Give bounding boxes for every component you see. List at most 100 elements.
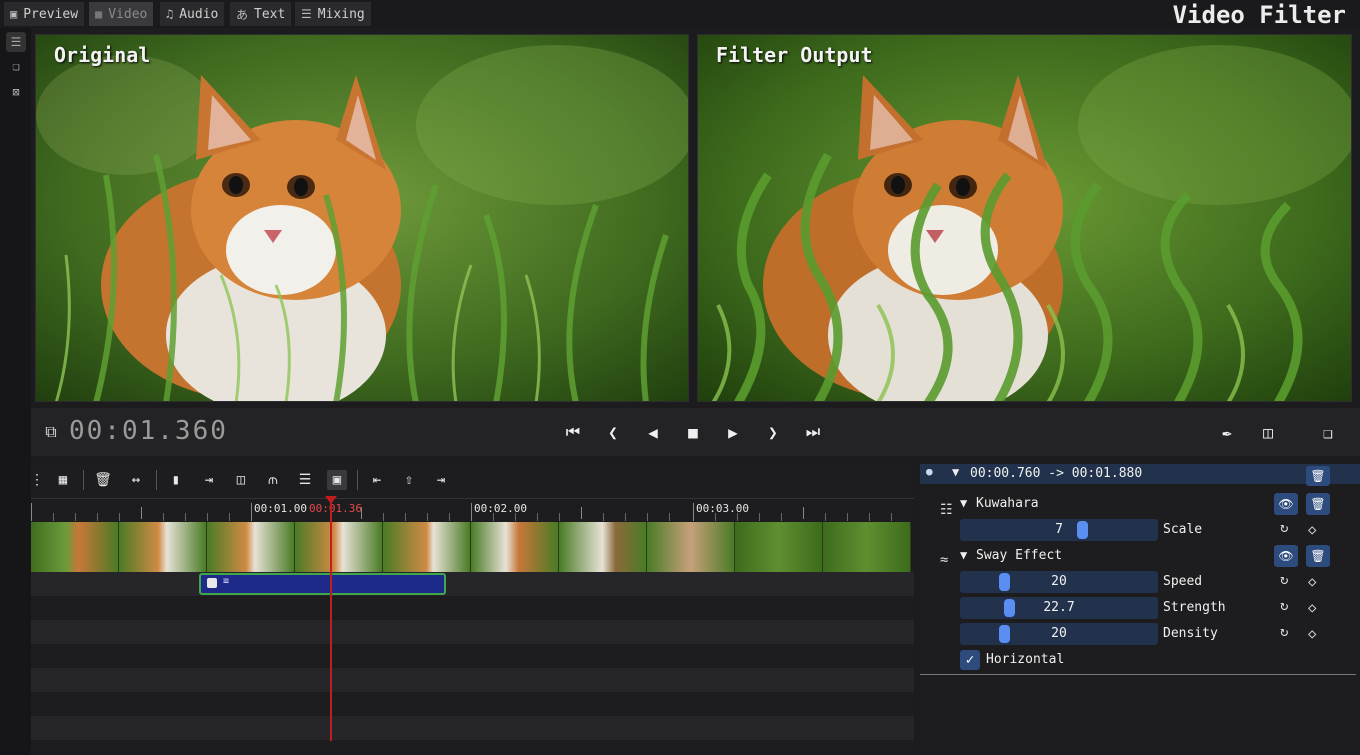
tracks-icon[interactable]: ☰ bbox=[295, 470, 315, 490]
reset-icon[interactable]: ↻ bbox=[1280, 520, 1288, 536]
top-tab-bar: ▣ Preview ■ Video ♫ Audio あ Text ☰ Mixin… bbox=[0, 0, 1360, 29]
track-row[interactable] bbox=[31, 644, 914, 668]
thumbnail bbox=[207, 522, 295, 572]
music-note-icon: ♫ bbox=[166, 7, 174, 21]
sliders-icon: ☰ bbox=[301, 7, 312, 21]
horizontal-checkbox[interactable]: ✓ bbox=[960, 650, 980, 670]
density-value: 20 bbox=[1051, 626, 1067, 641]
previous-frame-button[interactable]: ❮ bbox=[601, 420, 625, 444]
translate-icon: あ bbox=[236, 7, 249, 22]
split-view-icon[interactable]: ◫ bbox=[1256, 420, 1280, 444]
filter-range-row[interactable]: ● ▼ 00:00.760 -> 00:01.880 🗑 bbox=[920, 464, 1360, 486]
scale-label: Scale bbox=[1163, 522, 1203, 537]
keyframe-icon[interactable]: ◇ bbox=[1308, 626, 1316, 642]
slider-knob[interactable] bbox=[999, 625, 1010, 643]
collapse-arrow-icon[interactable]: ▼ bbox=[960, 548, 967, 562]
collapse-arrow-icon[interactable]: ▼ bbox=[960, 496, 967, 510]
image-icon[interactable]: ▦ bbox=[53, 470, 73, 490]
speed-label: Speed bbox=[1163, 574, 1203, 589]
split-icon[interactable]: ◫ bbox=[231, 470, 251, 490]
slider-knob[interactable] bbox=[1077, 521, 1088, 539]
feather-icon[interactable]: ✒ bbox=[1215, 420, 1239, 444]
filter-clip[interactable]: ≡ bbox=[199, 573, 446, 595]
tab-video[interactable]: ■ Video bbox=[89, 2, 154, 26]
trash-icon[interactable]: 🗑 bbox=[93, 470, 113, 490]
thumbnail bbox=[559, 522, 647, 572]
drag-handle-icon[interactable]: ⋮ bbox=[30, 470, 44, 490]
keyframe-icon[interactable]: ◇ bbox=[1308, 574, 1316, 590]
horizontal-label: Horizontal bbox=[986, 652, 1065, 667]
strength-slider[interactable]: 22.7 bbox=[960, 597, 1158, 619]
visibility-eye-icon[interactable]: 👁 bbox=[1274, 493, 1298, 515]
scale-slider[interactable]: 7 bbox=[960, 519, 1158, 541]
thumbnail bbox=[119, 522, 207, 572]
play-button[interactable]: ▶ bbox=[721, 420, 745, 444]
slider-knob[interactable] bbox=[999, 573, 1010, 591]
stretch-icon[interactable]: ↔ bbox=[126, 470, 146, 490]
fit-width-icon[interactable]: ⇥ bbox=[199, 470, 219, 490]
video-filmstrip[interactable] bbox=[31, 522, 914, 572]
tab-mixing[interactable]: ☰ Mixing bbox=[295, 2, 371, 26]
time-ruler[interactable]: 00:01.00 00:01.36 00:02.00 00:03.00 bbox=[31, 498, 914, 522]
preview-icon: ▣ bbox=[10, 7, 18, 21]
cut-icon[interactable]: ⫙ bbox=[263, 470, 283, 490]
list-icon[interactable]: ☰ bbox=[6, 32, 26, 52]
transport-bar: ⧉ 00:01.360 ⏮ ❮ ◀ ■ ▶ ❯ ⏭ ✒ ◫ ❏ bbox=[31, 408, 1360, 456]
speed-value: 20 bbox=[1051, 574, 1067, 589]
skip-to-end-button[interactable]: ⏭ bbox=[801, 420, 825, 444]
keyframe-icon[interactable]: ◇ bbox=[1308, 600, 1316, 616]
track-row[interactable] bbox=[31, 692, 914, 716]
skip-to-start-button[interactable]: ⏮ bbox=[561, 420, 585, 444]
divider bbox=[920, 674, 1356, 675]
track-row[interactable] bbox=[31, 572, 914, 596]
thumbnail bbox=[735, 522, 823, 572]
reset-icon[interactable]: ↻ bbox=[1280, 624, 1288, 640]
kuwahara-icon: ☷ bbox=[940, 502, 953, 518]
copy-timecode-icon[interactable]: ⧉ bbox=[39, 420, 63, 444]
reset-icon[interactable]: ↻ bbox=[1280, 598, 1288, 614]
tab-text[interactable]: あ Text bbox=[230, 2, 292, 26]
speed-slider[interactable]: 20 bbox=[960, 571, 1158, 593]
insert-icon[interactable]: ⇧ bbox=[399, 470, 419, 490]
layers-icon[interactable]: ❏ bbox=[1316, 420, 1340, 444]
density-label: Density bbox=[1163, 626, 1218, 641]
track-row[interactable] bbox=[31, 596, 914, 620]
thumbnail bbox=[295, 522, 383, 572]
timecode-display: 00:01.360 bbox=[69, 416, 228, 446]
crop-off-icon[interactable]: ⊠ bbox=[6, 82, 26, 102]
visibility-eye-icon[interactable]: 👁 bbox=[1274, 545, 1298, 567]
thumbnail bbox=[823, 522, 911, 572]
track-row[interactable] bbox=[31, 620, 914, 644]
slider-knob[interactable] bbox=[1004, 599, 1015, 617]
density-slider[interactable]: 20 bbox=[960, 623, 1158, 645]
next-frame-button[interactable]: ❯ bbox=[761, 420, 785, 444]
filter-output-preview: Filter Output bbox=[697, 34, 1352, 402]
delete-filter-button[interactable]: 🗑 bbox=[1306, 545, 1330, 567]
jump-end-icon[interactable]: ⇥ bbox=[431, 470, 451, 490]
tab-label: Preview bbox=[23, 6, 79, 22]
tab-preview[interactable]: ▣ Preview bbox=[4, 2, 85, 26]
clip-icon[interactable]: ▮ bbox=[166, 470, 186, 490]
delete-filter-group-button[interactable]: 🗑 bbox=[1306, 466, 1330, 486]
tab-label: Mixing bbox=[317, 6, 365, 22]
sway-icon: ≡ bbox=[223, 576, 230, 587]
stop-button[interactable]: ■ bbox=[681, 420, 705, 444]
reset-icon[interactable]: ↻ bbox=[1280, 572, 1288, 588]
timeline-panel: ⋮ ▦ 🗑 ↔ ▮ ⇥ ◫ ⫙ ☰ ▣ ⇤ ⇧ ⇥ 00:01.00 00:01… bbox=[30, 462, 914, 755]
track-row[interactable] bbox=[31, 668, 914, 692]
keyframe-icon[interactable]: ◇ bbox=[1308, 522, 1316, 538]
thumbnail bbox=[471, 522, 559, 572]
playhead[interactable] bbox=[330, 496, 332, 741]
video-camera-icon: ■ bbox=[95, 7, 103, 21]
track-row[interactable] bbox=[31, 716, 914, 740]
collapse-arrow-icon[interactable]: ▼ bbox=[952, 465, 959, 479]
play-reverse-button[interactable]: ◀ bbox=[641, 420, 665, 444]
thumbnail bbox=[647, 522, 735, 572]
jump-start-icon[interactable]: ⇤ bbox=[367, 470, 387, 490]
delete-filter-button[interactable]: 🗑 bbox=[1306, 493, 1330, 515]
tab-audio[interactable]: ♫ Audio bbox=[160, 2, 225, 26]
original-preview: Original bbox=[35, 34, 689, 402]
filter-output-label: Filter Output bbox=[716, 43, 873, 67]
picture-in-picture-icon[interactable]: ▣ bbox=[327, 470, 347, 490]
layers-icon[interactable]: ❏ bbox=[6, 56, 26, 76]
